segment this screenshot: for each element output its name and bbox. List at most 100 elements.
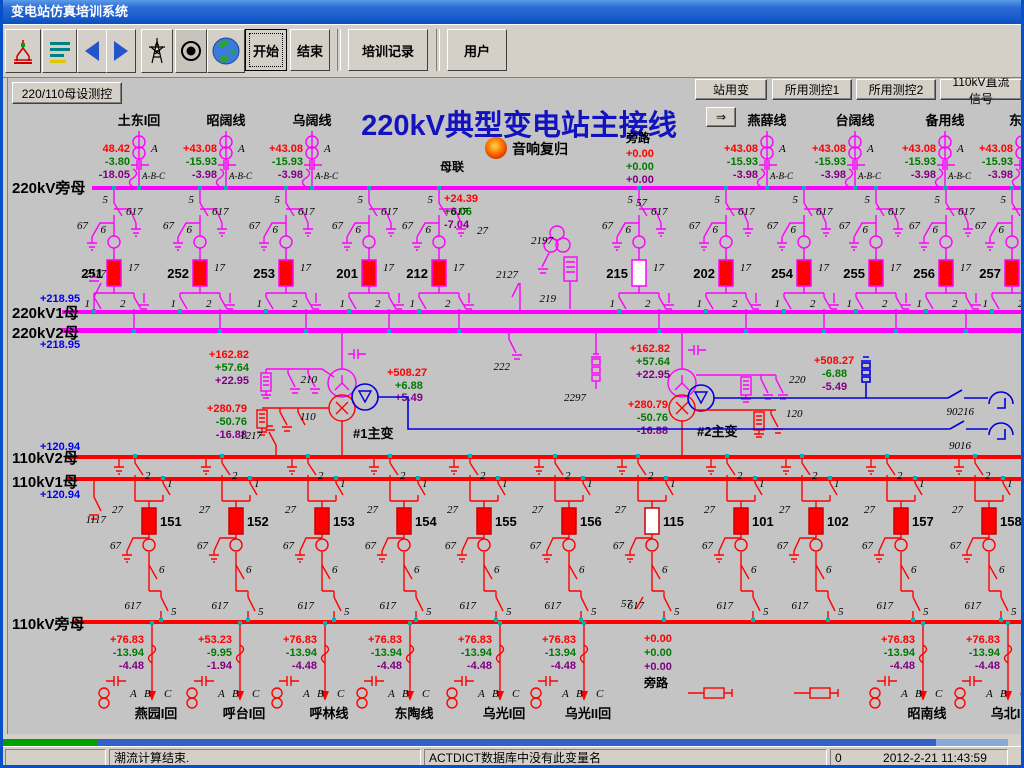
- bus-110-bypass[interactable]: [72, 620, 1022, 624]
- feeder-110[interactable]: +76.83 -13.94 -4.48 A B C 乌光I回: [447, 621, 525, 721]
- feeder-110[interactable]: +76.83 -13.94 -4.48 A B C 东陶线: [357, 621, 434, 721]
- breaker-110[interactable]: [397, 508, 411, 534]
- svg-text:-15.93: -15.93: [727, 156, 758, 168]
- breaker-110[interactable]: [315, 508, 329, 534]
- back-button[interactable]: [77, 29, 107, 73]
- breaker-220[interactable]: [719, 260, 733, 286]
- breaker-220[interactable]: [432, 260, 446, 286]
- svg-text:27: 27: [532, 504, 544, 516]
- svg-text:-13.94: -13.94: [371, 647, 403, 659]
- svg-text:A-B-C: A-B-C: [857, 171, 882, 181]
- report-tool-button[interactable]: [42, 29, 77, 73]
- svg-text:+76.83: +76.83: [881, 634, 915, 646]
- svg-text:2: 2: [812, 470, 818, 482]
- breaker-110[interactable]: [645, 508, 659, 534]
- breaker-220[interactable]: [193, 260, 207, 286]
- svg-text:+53.23: +53.23: [198, 634, 232, 646]
- svg-text:1: 1: [167, 478, 173, 490]
- feeder-110[interactable]: +76.83 -13.94 -4.48 A B C 乌光II回: [531, 621, 611, 721]
- svg-text:+162.82: +162.82: [630, 343, 670, 355]
- svg-text:B: B: [402, 688, 409, 700]
- record-dot-button[interactable]: [175, 29, 207, 73]
- svg-text:617: 617: [717, 600, 734, 612]
- sound-reset-label[interactable]: 音响复归: [512, 141, 568, 157]
- breaker-220[interactable]: [797, 260, 811, 286]
- bus-110-1[interactable]: [66, 477, 1022, 481]
- bus-220-1[interactable]: [62, 310, 1022, 314]
- user-button[interactable]: 用户: [447, 29, 507, 71]
- svg-text:A: A: [900, 688, 908, 700]
- breaker-110[interactable]: [142, 508, 156, 534]
- svg-text:+0.00: +0.00: [644, 661, 672, 673]
- breaker-220[interactable]: [632, 260, 646, 286]
- breaker-110[interactable]: [229, 508, 243, 534]
- bus-220-bypass[interactable]: [92, 186, 1022, 190]
- breaker-110[interactable]: [809, 508, 823, 534]
- breaker-220[interactable]: [1005, 260, 1019, 286]
- training-record-button[interactable]: 培训记录: [348, 29, 428, 71]
- status-message: 潮流计算结束.: [114, 751, 189, 765]
- feeder-110[interactable]: +76.83 -13.94 -4.48 A B C 乌北I回: [955, 621, 1024, 721]
- breaker-number: 202: [693, 266, 715, 281]
- forward-button[interactable]: [106, 29, 136, 73]
- breaker-110[interactable]: [982, 508, 996, 534]
- feeder-220[interactable]: 土东I回 A A-B-C 48.42 -3.80 -18.05: [99, 113, 166, 190]
- svg-text:A-B-C: A-B-C: [769, 171, 794, 181]
- breaker-220[interactable]: [107, 260, 121, 286]
- svg-text:27: 27: [112, 504, 124, 516]
- svg-text:617: 617: [965, 600, 982, 612]
- app-window: 变电站仿真培训系统: [0, 0, 1024, 768]
- feeder-220[interactable]: 燕薛线 A A-B-C +43.08 -15.93 -3.98: [724, 113, 794, 190]
- svg-text:-50.76: -50.76: [216, 416, 247, 428]
- svg-text:-3.80: -3.80: [105, 156, 130, 168]
- breaker-220[interactable]: [362, 260, 376, 286]
- record-dot-icon: [176, 36, 206, 66]
- breaker-110[interactable]: [477, 508, 491, 534]
- svg-text:67: 67: [332, 220, 344, 232]
- svg-text:17: 17: [818, 262, 830, 274]
- lv-blue-circuit[interactable]: 90216 9016: [378, 357, 1013, 452]
- feeder-110[interactable]: +76.83 -13.94 -4.48 A B C 昭南线: [870, 621, 947, 721]
- svg-text:27: 27: [952, 504, 964, 516]
- start-button[interactable]: 开始: [245, 29, 287, 71]
- titlebar[interactable]: 变电站仿真培训系统: [3, 0, 1021, 24]
- feeder-220[interactable]: 东高 A A-B-C +43.08 -15.93 -3.98: [979, 113, 1024, 190]
- sound-reset-lamp[interactable]: [485, 137, 507, 159]
- breaker-number: 253: [253, 266, 275, 281]
- breaker-110[interactable]: [734, 508, 748, 534]
- feeder-220[interactable]: 台阔线 A A-B-C +43.08 -15.93 -3.98: [812, 113, 882, 190]
- feeder-220[interactable]: 乌阔线 A A-B-C +43.08 -15.93 -3.98: [269, 113, 339, 190]
- tower-button[interactable]: [141, 29, 173, 73]
- breaker-220[interactable]: [939, 260, 953, 286]
- svg-text:旁路: 旁路: [643, 675, 669, 690]
- breaker-220[interactable]: [279, 260, 293, 286]
- svg-text:5: 5: [838, 606, 844, 618]
- bus-220-2[interactable]: [62, 328, 1022, 333]
- substation-tool-button[interactable]: [5, 29, 41, 73]
- svg-text:5: 5: [715, 194, 721, 206]
- breaker-220[interactable]: [869, 260, 883, 286]
- toolbar: 开始 结束 培训记录 用户: [3, 24, 1021, 78]
- svg-text:2: 2: [985, 470, 991, 482]
- transformer-2[interactable]: #2主变 220 120 +162.82 +57.64 +22.95 +508.…: [628, 332, 854, 455]
- feeder-110[interactable]: +76.83 -13.94 -4.48 A B C 燕园I回: [99, 621, 177, 721]
- globe-button[interactable]: [207, 29, 245, 73]
- svg-text:旁路: 旁路: [625, 130, 651, 145]
- feeder-220[interactable]: 昭阔线 A A-B-C +43.08 -15.93 -3.98: [183, 113, 253, 190]
- svg-text:1: 1: [422, 478, 428, 490]
- svg-text:6: 6: [999, 564, 1005, 576]
- feeder-110[interactable]: +76.83 -13.94 -4.48 A B C 呼林线: [272, 621, 349, 721]
- svg-text:1117: 1117: [86, 514, 107, 526]
- window-title: 变电站仿真培训系统: [11, 4, 128, 19]
- svg-text:2: 2: [732, 298, 738, 310]
- svg-text:1: 1: [340, 478, 346, 490]
- breaker-110[interactable]: [562, 508, 576, 534]
- end-button[interactable]: 结束: [290, 29, 330, 71]
- svg-text:-4.48: -4.48: [292, 660, 317, 672]
- bus-110-2[interactable]: [66, 455, 1022, 459]
- feeder-220[interactable]: 备用线 A A-B-C +43.08 -15.93 -3.98: [902, 113, 972, 190]
- breaker-110[interactable]: [894, 508, 908, 534]
- feeder-110[interactable]: +53.23 -9.95 -1.94 A B C 呼台I回: [187, 621, 265, 721]
- transmission-tower-icon: [142, 36, 172, 66]
- svg-text:6: 6: [662, 564, 668, 576]
